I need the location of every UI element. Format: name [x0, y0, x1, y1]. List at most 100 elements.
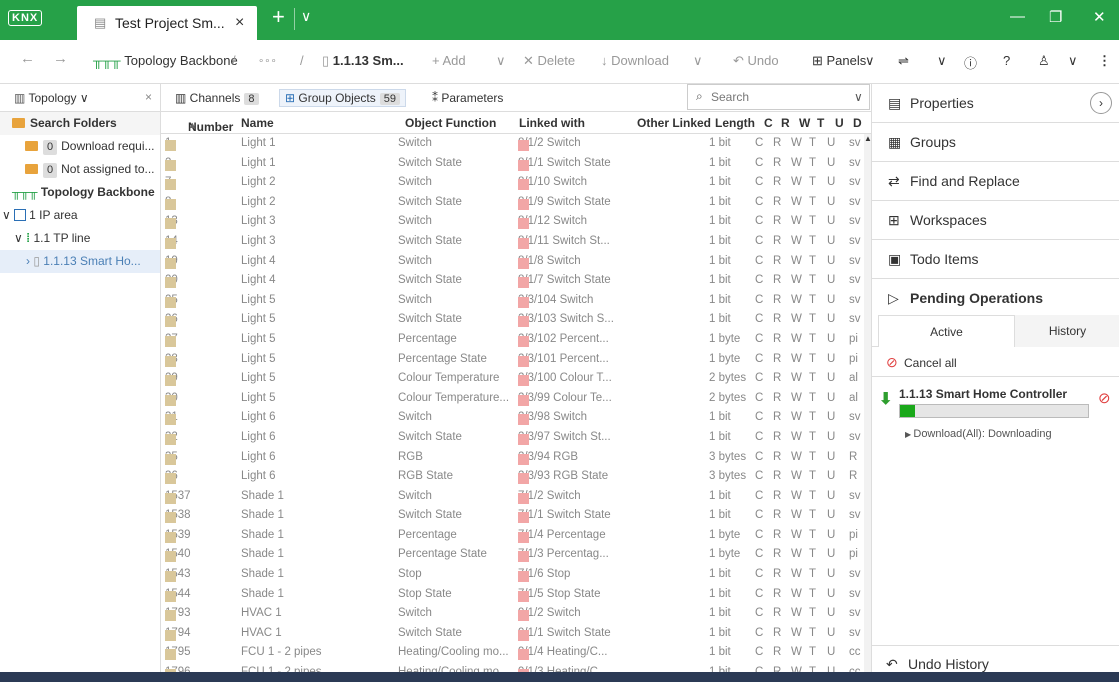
breadcrumb-ellipsis[interactable]: ∘∘∘ — [258, 56, 277, 67]
close-panel-icon[interactable]: × — [145, 90, 152, 104]
todo-items-item[interactable]: ▣ Todo Items — [872, 240, 1119, 279]
find-replace-icon: ⇄ — [888, 173, 900, 189]
table-row[interactable]: 13 Light 3 Switch 8/1/12 Switch 1 bit CRWTUsv — [161, 212, 864, 232]
column-u[interactable]: U — [835, 116, 844, 130]
find-replace-item[interactable]: ⇄ Find and Replace — [872, 162, 1119, 201]
chevron-down-icon[interactable]: ∨ — [854, 90, 863, 104]
delete-button[interactable]: ✕ Delete — [523, 53, 575, 69]
linked-with-cell: 2/3/100 Colour T... — [518, 372, 612, 387]
help-icon[interactable]: ? — [1003, 53, 1010, 68]
tab-channels[interactable]: ▥ Channels 8 — [175, 91, 259, 105]
column-d[interactable]: D — [853, 116, 862, 130]
topology-backbone-item[interactable]: ╥╥╥ Topology Backbone — [0, 181, 160, 204]
breadcrumb-topology[interactable]: ╥╥╥ Topology Backbone — [93, 53, 238, 68]
add-dropdown-icon[interactable]: ∨ — [496, 53, 506, 69]
search-folders-item[interactable]: Search Folders — [0, 112, 160, 135]
table-row[interactable]: 20 Light 4 Switch State 8/1/7 Switch State 1… — [161, 271, 864, 291]
column-other-linked[interactable]: Other Linked — [637, 116, 711, 130]
flag-r-cell: R — [773, 195, 782, 208]
back-button[interactable]: ← — [20, 50, 35, 67]
group-object-icon — [165, 159, 176, 171]
groups-item[interactable]: ▦ Groups — [872, 123, 1119, 162]
table-row[interactable]: 28 Light 5 Percentage State 2/3/101 Percent… — [161, 350, 864, 370]
bus-connection-icon[interactable]: ⇌ — [898, 53, 909, 69]
user-icon[interactable]: ♙ — [1038, 53, 1050, 69]
add-button[interactable]: + Add — [432, 53, 466, 68]
topology-dropdown[interactable]: ▥ Topology ∨ — [14, 91, 89, 105]
table-row[interactable]: 1538 Shade 1 Switch State 7/1/1 Switch Stat… — [161, 506, 864, 526]
table-row[interactable]: 1 Light 1 Switch 8/1/2 Switch 1 bit CRWTUsv — [161, 134, 864, 154]
flag-w-cell: W — [791, 234, 802, 247]
breadcrumb-device[interactable]: ▯ 1.1.13 Sm... — [322, 53, 404, 69]
tab-active[interactable]: Active — [878, 315, 1015, 347]
flag-w-cell: W — [791, 215, 802, 228]
info-icon[interactable]: ⓘ — [964, 53, 977, 72]
tp-line-item[interactable]: ∨ ⁞ 1.1 TP line — [0, 227, 160, 250]
cancel-operation-icon[interactable]: ⊘ — [1098, 389, 1111, 407]
table-row[interactable]: 1793 HVAC 1 Switch 9/1/2 Switch 1 bit C R W T Usv — [161, 604, 864, 624]
properties-item[interactable]: ▤ Properties › — [872, 84, 1119, 123]
tab-group-objects[interactable]: ⊞ Group Objects 59 — [279, 89, 407, 107]
expand-panel-button[interactable]: › — [1090, 92, 1112, 114]
panels-dropdown-icon[interactable]: ∨ — [865, 53, 875, 69]
search-input[interactable]: ⌕ Search ∨ — [687, 84, 870, 110]
project-tab[interactable]: ▤ Test Project Sm... × — [77, 6, 257, 40]
chevron-down-icon[interactable]: ∨ — [1068, 53, 1078, 69]
table-row[interactable]: 36 Light 6 RGB State 2/3/93 RGB State 3 byte… — [161, 467, 864, 487]
close-tab-icon[interactable]: × — [235, 14, 244, 32]
table-row[interactable]: 32 Light 6 Switch State 2/3/97 Switch St...… — [161, 428, 864, 448]
tab-parameters[interactable]: ⁑ Parameters — [432, 91, 503, 105]
column-r[interactable]: R — [781, 116, 790, 130]
table-row[interactable]: 19 Light 4 Switch 8/1/8 Switch 1 bit CRWTUsv — [161, 252, 864, 272]
folder-download-required[interactable]: 0 Download requi... — [0, 135, 160, 158]
undo-button[interactable]: ↶ Undo — [733, 53, 779, 69]
download-button[interactable]: ↓ Download — [601, 53, 669, 68]
pending-operations-item[interactable]: ▷ Pending Operations — [872, 279, 1119, 318]
tab-dropdown-icon[interactable]: ∨ — [301, 8, 311, 25]
chevron-down-icon[interactable]: ∨ — [937, 53, 947, 69]
column-t[interactable]: T — [817, 116, 824, 130]
table-row[interactable]: 1540 Shade 1 Percentage State 7/1/3 Percent… — [161, 545, 864, 565]
column-name[interactable]: Name — [241, 116, 274, 130]
close-window-button[interactable]: ✕ — [1093, 8, 1106, 26]
object-number-cell: 1543 — [165, 568, 191, 583]
folder-not-assigned[interactable]: 0 Not assigned to... — [0, 158, 160, 181]
table-row[interactable]: 26 Light 5 Switch State 2/3/103 Switch S...… — [161, 310, 864, 330]
table-row[interactable]: 2 Light 1 Switch State 8/1/1 Switch State 1 … — [161, 154, 864, 174]
device-item[interactable]: › ▯ 1.1.13 Smart Ho... — [0, 250, 160, 273]
table-row[interactable]: 29 Light 5 Colour Temperature 2/3/100 Colou… — [161, 369, 864, 389]
column-object-function[interactable]: Object Function — [405, 116, 496, 130]
table-row[interactable]: 8 Light 2 Switch State 8/1/9 Switch State 1 … — [161, 193, 864, 213]
download-dropdown-icon[interactable]: ∨ — [693, 53, 703, 69]
column-c[interactable]: C — [764, 116, 773, 130]
table-row[interactable]: 1537 Shade 1 Switch 7/1/2 Switch 1 bit C R W T Us… — [161, 487, 864, 507]
vertical-scrollbar[interactable]: ▲ ▼ — [864, 134, 872, 682]
table-row[interactable]: 1544 Shade 1 Stop State 7/1/5 Stop State 1 b… — [161, 585, 864, 605]
table-row[interactable]: 1795 FCU 1 - 2 pipes Heating/Cooling mo...… — [161, 643, 864, 663]
table-row[interactable]: 1794 HVAC 1 Switch State 9/1/1 Switch State… — [161, 624, 864, 644]
table-row[interactable]: 1539 Shade 1 Percentage 7/1/4 Percentage 1 b… — [161, 526, 864, 546]
ip-area-item[interactable]: ∨ 1 IP area — [0, 204, 160, 227]
column-linked-with[interactable]: Linked with — [519, 116, 585, 130]
group-object-icon — [165, 629, 176, 641]
minimize-button[interactable]: — — [1010, 8, 1025, 25]
new-tab-button[interactable]: + — [272, 4, 285, 30]
panels-button[interactable]: ⊞ Panels — [812, 53, 866, 69]
table-row[interactable]: 25 Light 5 Switch 2/3/104 Switch 1 bit CRWTUs… — [161, 291, 864, 311]
column-w[interactable]: W — [799, 116, 810, 130]
column-length[interactable]: Length — [715, 116, 755, 130]
table-row[interactable]: 1543 Shade 1 Stop 7/1/6 Stop 1 bit C R W T Usv — [161, 565, 864, 585]
table-row[interactable]: 35Light 6RGB2/3/94 RGB3 bytesCRWTUR — [161, 448, 864, 468]
table-row[interactable]: 7 Light 2 Switch 8/1/10 Switch 1 bit CRWTUsv — [161, 173, 864, 193]
more-icon[interactable]: ⋮ — [1098, 53, 1111, 69]
table-row[interactable]: 30 Light 5 Colour Temperature... 2/3/99 Col… — [161, 389, 864, 409]
restore-button[interactable]: ❐ — [1049, 8, 1062, 26]
group-object-icon — [165, 277, 176, 289]
tab-history[interactable]: History — [1015, 315, 1119, 347]
cancel-all-button[interactable]: Cancel all — [904, 356, 957, 370]
table-row[interactable]: 27 Light 5 Percentage 2/3/102 Percent... 1 b… — [161, 330, 864, 350]
table-row[interactable]: 14 Light 3 Switch State 8/1/11 Switch St...… — [161, 232, 864, 252]
table-row[interactable]: 31 Light 6 Switch 2/3/98 Switch 1 bit CRWTUsv — [161, 408, 864, 428]
forward-button[interactable]: → — [53, 50, 68, 67]
workspaces-item[interactable]: ⊞ Workspaces — [872, 201, 1119, 240]
